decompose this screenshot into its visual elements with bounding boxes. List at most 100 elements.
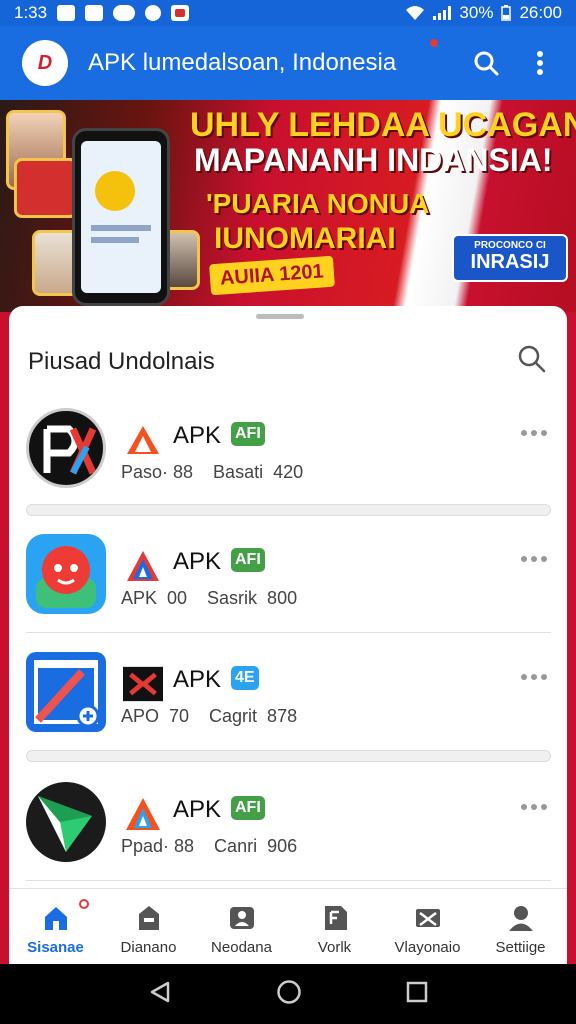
- system-navigation-bar: [0, 964, 576, 1024]
- item-meta: Ppad· 88 Canri 906: [121, 836, 298, 856]
- app-title: APK lumedalsoan, Indonesia: [88, 49, 397, 76]
- apk-small-icon: [123, 666, 163, 702]
- apk-small-icon: [123, 422, 163, 458]
- status-clock: 26:00: [519, 3, 562, 22]
- nav-badge: [79, 899, 89, 909]
- app-icon: [26, 652, 106, 732]
- nav-item-files[interactable]: Vorlk: [288, 889, 381, 964]
- more-options-button[interactable]: [521, 804, 547, 810]
- list-item[interactable]: APK AFI Paso· 88 Basati 420: [9, 408, 567, 508]
- back-triangle-icon: [150, 981, 170, 1002]
- status-bar: 1:33 30% 26:00: [0, 0, 576, 26]
- more-vertical-icon: [537, 51, 543, 75]
- recents-button[interactable]: [406, 981, 428, 1008]
- nav-item-settings[interactable]: Settiige: [474, 889, 567, 964]
- banner-headline-1: UHLY LEHDAA UCAGAN: [190, 106, 576, 144]
- status-time: 1:33: [14, 3, 48, 22]
- banner-tag: PROCONCO CI INRASIJ: [452, 234, 568, 282]
- sheet-title: Piusad Undolnais: [28, 348, 215, 375]
- banner-headline-2: MAPANANH INDANSIA!: [194, 142, 553, 178]
- item-divider: [26, 750, 551, 762]
- search-icon: [474, 51, 499, 76]
- battery-icon: [501, 5, 512, 21]
- sheet-drag-handle[interactable]: [256, 314, 304, 319]
- list-item[interactable]: APK AFI Ppad· 88 Canri 906: [9, 782, 567, 882]
- search-icon: [518, 345, 546, 373]
- chat-notification-icon: [113, 5, 136, 21]
- app-icon: [26, 782, 106, 862]
- apk-label: APK: [173, 422, 222, 449]
- status-left: 1:33: [14, 3, 405, 23]
- user-icon: [506, 903, 536, 933]
- more-options-button[interactable]: [521, 430, 547, 436]
- app-list-sheet: Piusad Undolnais APK AFI Paso· 88 Basati…: [9, 306, 567, 964]
- profile-card-icon: [227, 903, 257, 933]
- banner-tag-small: PROCONCO CI: [474, 240, 546, 251]
- image-notification-icon: [57, 5, 76, 21]
- wifi-icon: [406, 6, 425, 20]
- promo-banner[interactable]: UHLY LEHDAA UCAGAN MAPANANH INDANSIA! 'P…: [0, 100, 576, 312]
- home-icon: [41, 903, 71, 933]
- battery-percent: 30%: [459, 3, 494, 22]
- apk-label: APK: [173, 796, 222, 823]
- more-options-button[interactable]: [521, 556, 547, 562]
- list-item[interactable]: APK AFI APK 00 Sasrik 800: [9, 534, 567, 634]
- home-circle-icon: [277, 979, 301, 1004]
- banner-badge: AUIIA 1201: [209, 255, 335, 296]
- apk-label: APK: [173, 666, 222, 693]
- banner-tag-label: INRASIJ: [470, 251, 550, 273]
- nav-label: Vlayonaio: [394, 939, 461, 956]
- nav-label: Neodana: [211, 939, 272, 956]
- item-divider: [26, 880, 551, 881]
- mail-icon: [413, 903, 443, 933]
- banner-phone-image: [72, 128, 170, 306]
- item-divider: [26, 632, 551, 633]
- version-chip: AFI: [231, 548, 265, 572]
- store-icon: [134, 903, 164, 933]
- banner-subline-1: 'PUARIA NONUA: [206, 188, 430, 219]
- search-button[interactable]: [466, 43, 506, 83]
- version-chip: AFI: [231, 422, 265, 446]
- px-logo-icon: [43, 425, 97, 475]
- sheet-search-button[interactable]: [517, 344, 549, 376]
- nav-label: Sisanae: [27, 939, 84, 956]
- bottom-navigation: Sisanae Dianano Neodana Vorlk Vlayonaio …: [9, 888, 567, 964]
- banner-photo-2: [14, 158, 78, 218]
- item-meta: Paso· 88 Basati 420: [121, 462, 304, 482]
- banner-collage: [0, 100, 210, 312]
- nav-label: Vorlk: [317, 939, 352, 956]
- app-notification-icon: [171, 5, 190, 21]
- app-bar: D APK lumedalsoan, Indonesia: [0, 26, 576, 100]
- nav-item-messages[interactable]: Vlayonaio: [381, 889, 474, 964]
- window-app-icon: [34, 660, 100, 728]
- nav-item-downloads[interactable]: Dianano: [102, 889, 195, 964]
- signal-icon: [433, 6, 452, 20]
- app-logo[interactable]: D: [22, 40, 68, 86]
- app-icon: [26, 534, 106, 614]
- browser-notification-icon: [145, 5, 162, 21]
- more-options-button[interactable]: [521, 674, 547, 680]
- item-meta: APO 70 Cagrit 878: [121, 706, 298, 726]
- nav-label: Dianano: [120, 939, 177, 956]
- status-right: 30% 26:00: [405, 3, 562, 23]
- overflow-menu-button[interactable]: [520, 43, 560, 83]
- back-button[interactable]: [148, 980, 172, 1009]
- version-chip: 4E: [231, 666, 259, 690]
- nav-item-home[interactable]: Sisanae: [9, 889, 102, 964]
- apk-small-icon: [123, 796, 163, 832]
- nav-item-apps[interactable]: Neodana: [195, 889, 288, 964]
- recents-square-icon: [406, 981, 428, 1002]
- banner-subline-2: IUNOMARIAI: [214, 222, 396, 255]
- mail-notification-icon: [85, 5, 104, 21]
- nav-label: Settiige: [495, 939, 546, 956]
- apk-label: APK: [173, 548, 222, 575]
- version-chip: AFI: [231, 796, 265, 820]
- item-divider: [26, 504, 551, 516]
- arrow-app-icon: [38, 796, 92, 852]
- apk-small-icon: [123, 548, 163, 584]
- home-button[interactable]: [276, 979, 302, 1010]
- file-icon: [320, 903, 350, 933]
- app-icon: [26, 408, 106, 488]
- list-item[interactable]: APK 4E APO 70 Cagrit 878: [9, 652, 567, 752]
- mascot-icon: [36, 546, 96, 608]
